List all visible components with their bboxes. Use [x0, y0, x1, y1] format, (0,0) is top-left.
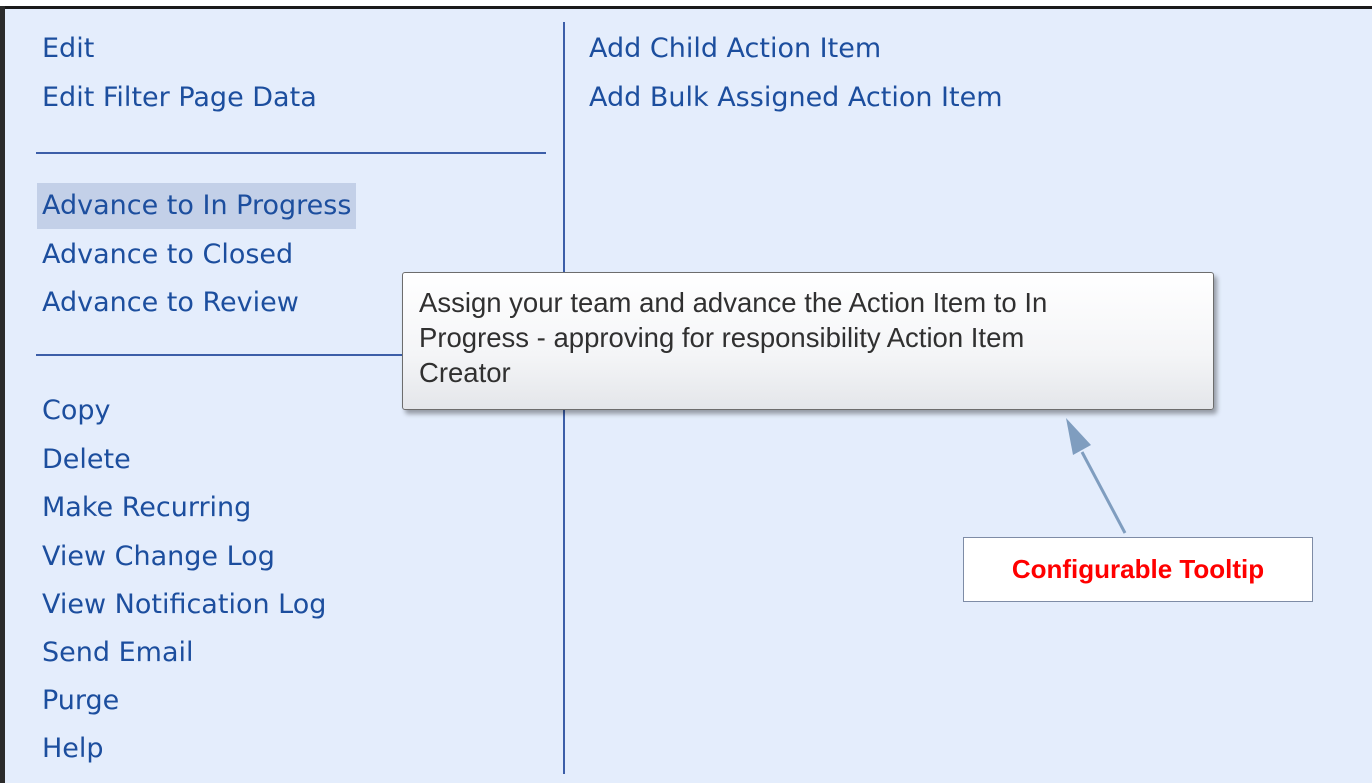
tooltip-line: Progress - approving for responsibility … — [419, 322, 1025, 353]
menu-item-view-change-log[interactable]: View Change Log — [37, 534, 280, 580]
menu-separator — [36, 152, 546, 154]
menu-item-send-email[interactable]: Send Email — [37, 630, 199, 676]
menu-item-edit[interactable]: Edit — [37, 26, 99, 72]
menu-item-edit-filter-page-data[interactable]: Edit Filter Page Data — [37, 75, 322, 121]
tooltip-line: Creator — [419, 357, 511, 388]
menu-item-purge[interactable]: Purge — [37, 678, 124, 724]
annotation-callout: Configurable Tooltip — [963, 537, 1313, 602]
menu-item-copy[interactable]: Copy — [37, 388, 116, 434]
menu-item-add-bulk-assigned-action-item[interactable]: Add Bulk Assigned Action Item — [584, 75, 1008, 121]
menu-item-advance-to-in-progress[interactable]: Advance to In Progress — [37, 183, 357, 229]
menu-item-advance-to-review[interactable]: Advance to Review — [37, 280, 304, 326]
menu-item-advance-to-closed[interactable]: Advance to Closed — [37, 232, 298, 278]
menu-item-help[interactable]: Help — [37, 726, 109, 772]
menu-item-delete[interactable]: Delete — [37, 437, 136, 483]
menu-item-make-recurring[interactable]: Make Recurring — [37, 485, 256, 531]
menu-item-view-notification-log[interactable]: View Notification Log — [37, 582, 331, 628]
menu-item-tooltip: Assign your team and advance the Action … — [402, 272, 1214, 410]
menu-item-add-child-action-item[interactable]: Add Child Action Item — [584, 26, 886, 72]
tooltip-line: Assign your team and advance the Action … — [419, 287, 1048, 318]
